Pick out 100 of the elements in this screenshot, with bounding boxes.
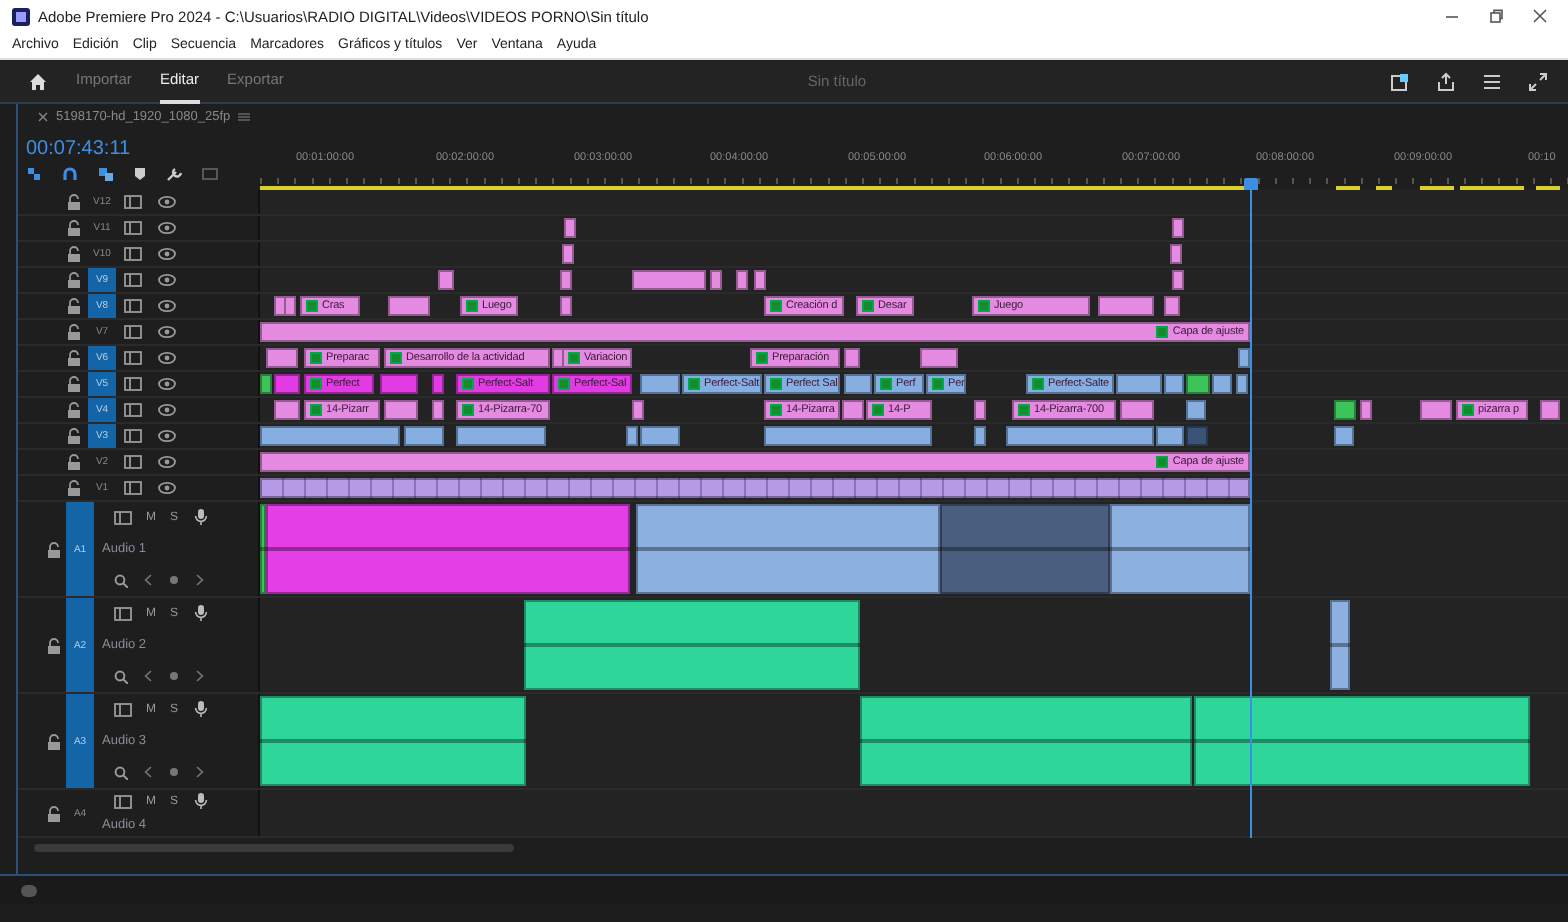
video-clip[interactable] <box>754 270 766 290</box>
film-icon[interactable] <box>114 701 132 718</box>
video-clip[interactable] <box>626 426 638 446</box>
video-clip[interactable] <box>1164 296 1180 316</box>
eye-icon[interactable] <box>158 220 176 236</box>
audio-clip[interactable] <box>266 504 630 594</box>
film-icon[interactable] <box>124 298 142 314</box>
video-clip[interactable] <box>764 426 932 446</box>
lock-icon[interactable] <box>46 637 62 653</box>
video-clip[interactable] <box>380 374 418 394</box>
lock-icon[interactable] <box>46 805 62 821</box>
wrench-icon[interactable] <box>166 166 182 182</box>
lock-icon[interactable] <box>66 376 82 392</box>
lock-icon[interactable] <box>66 480 82 496</box>
video-clip[interactable] <box>1186 426 1208 446</box>
video-clip[interactable] <box>1238 348 1250 368</box>
film-icon[interactable] <box>124 324 142 340</box>
video-clip[interactable] <box>1006 426 1154 446</box>
previous-keyframe-icon[interactable] <box>144 574 152 587</box>
video-clip[interactable] <box>1540 400 1560 420</box>
home-icon[interactable] <box>28 71 48 91</box>
video-clip[interactable] <box>260 478 1250 498</box>
audio-clip[interactable] <box>1194 696 1530 786</box>
video-clip[interactable] <box>1420 400 1452 420</box>
next-keyframe-icon[interactable] <box>196 670 204 683</box>
lock-icon[interactable] <box>66 272 82 288</box>
film-icon[interactable] <box>124 272 142 288</box>
audio-clip[interactable] <box>260 504 266 594</box>
film-icon[interactable] <box>124 246 142 262</box>
video-clip[interactable] <box>632 400 644 420</box>
video-clip[interactable] <box>432 374 444 394</box>
lock-icon[interactable] <box>66 324 82 340</box>
video-clip[interactable] <box>560 270 572 290</box>
video-clip[interactable] <box>1186 374 1210 394</box>
quick-export-icon[interactable] <box>1390 71 1410 91</box>
video-clip[interactable] <box>560 296 572 316</box>
video-clip[interactable] <box>640 374 680 394</box>
video-clip[interactable] <box>438 270 454 290</box>
film-icon[interactable] <box>124 194 142 210</box>
lock-icon[interactable] <box>66 454 82 470</box>
video-clip[interactable] <box>432 400 444 420</box>
film-icon[interactable] <box>124 350 142 366</box>
eye-icon[interactable] <box>158 376 176 392</box>
eye-icon[interactable] <box>158 350 176 366</box>
playhead-handle[interactable] <box>1244 178 1258 190</box>
video-clip[interactable] <box>274 400 300 420</box>
eye-icon[interactable] <box>158 428 176 444</box>
video-clip[interactable] <box>562 244 574 264</box>
audio-clip[interactable] <box>940 504 1110 594</box>
timecode[interactable]: 00:07:43:11 <box>26 138 260 160</box>
lock-icon[interactable] <box>66 402 82 418</box>
snap-magnet-icon[interactable] <box>62 166 78 182</box>
film-icon[interactable] <box>124 220 142 236</box>
previous-keyframe-icon[interactable] <box>144 766 152 779</box>
video-clip[interactable] <box>388 296 430 316</box>
keyframe-icon[interactable] <box>168 670 180 683</box>
keyframe-zoom-icon[interactable] <box>114 573 128 588</box>
video-clip[interactable] <box>1186 400 1206 420</box>
audio-clip[interactable] <box>524 600 860 690</box>
video-clip[interactable] <box>710 270 722 290</box>
audio-clip[interactable] <box>1110 504 1250 594</box>
video-clip[interactable] <box>632 270 706 290</box>
close-icon[interactable] <box>38 112 48 122</box>
video-clip[interactable] <box>1360 400 1372 420</box>
video-clip[interactable] <box>1334 426 1354 446</box>
film-icon[interactable] <box>124 402 142 418</box>
video-clip[interactable] <box>844 348 860 368</box>
video-clip[interactable] <box>1170 244 1182 264</box>
video-clip[interactable] <box>260 426 400 446</box>
audio-clip[interactable] <box>860 696 1192 786</box>
video-clip[interactable] <box>844 374 872 394</box>
lock-icon[interactable] <box>46 541 62 557</box>
film-icon[interactable] <box>114 793 132 810</box>
eye-icon[interactable] <box>158 298 176 314</box>
menu-icon[interactable] <box>1482 71 1502 91</box>
lock-icon[interactable] <box>66 350 82 366</box>
fullscreen-icon[interactable] <box>1528 71 1548 91</box>
video-clip[interactable] <box>1172 270 1184 290</box>
film-icon[interactable] <box>124 428 142 444</box>
film-icon[interactable] <box>114 509 132 526</box>
lock-icon[interactable] <box>66 428 82 444</box>
video-clip[interactable] <box>1212 374 1232 394</box>
microphone-icon[interactable] <box>192 604 211 623</box>
video-clip[interactable] <box>1116 374 1162 394</box>
lock-icon[interactable] <box>66 298 82 314</box>
restore-icon[interactable] <box>1488 8 1504 24</box>
film-icon[interactable] <box>124 376 142 392</box>
eye-icon[interactable] <box>158 324 176 340</box>
eye-icon[interactable] <box>158 454 176 470</box>
nest-icon[interactable] <box>26 166 42 182</box>
lock-icon[interactable] <box>46 733 62 749</box>
video-clip[interactable] <box>1156 426 1184 446</box>
audio-clip[interactable] <box>636 504 940 594</box>
keyframe-zoom-icon[interactable] <box>114 765 128 780</box>
audio-clip[interactable] <box>260 696 526 786</box>
video-clip[interactable] <box>1236 374 1248 394</box>
video-clip[interactable] <box>260 374 272 394</box>
lock-icon[interactable] <box>66 220 82 236</box>
marker-icon[interactable] <box>134 166 146 182</box>
eye-icon[interactable] <box>158 272 176 288</box>
